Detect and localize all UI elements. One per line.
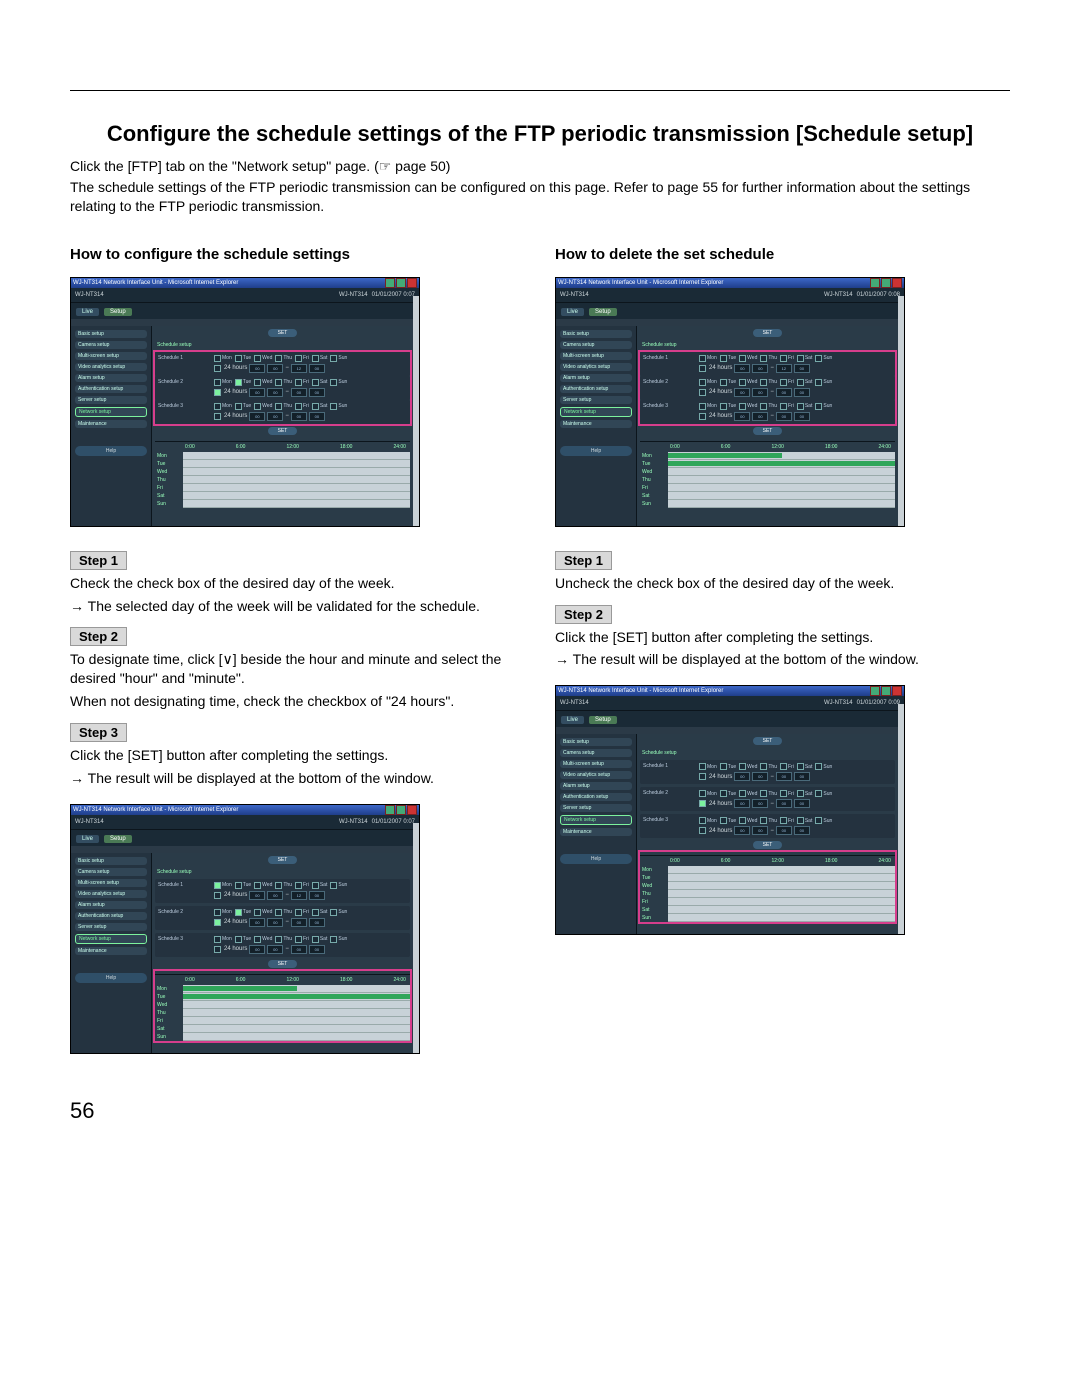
day-checkbox[interactable] bbox=[254, 403, 261, 410]
maximize-icon[interactable] bbox=[881, 686, 891, 696]
nav-alarm[interactable]: Alarm setup bbox=[75, 374, 147, 382]
hours-checkbox[interactable] bbox=[214, 413, 221, 420]
window-title: WJ-NT314 Network Interface Unit - Micros… bbox=[73, 280, 238, 286]
right-step-2-badge: Step 2 bbox=[555, 605, 612, 624]
left-subheading: How to configure the schedule settings bbox=[70, 246, 525, 263]
right-step-2-text-a: Click the [SET] button after completing … bbox=[555, 628, 1010, 647]
nav-server[interactable]: Server setup bbox=[75, 396, 147, 404]
step-3-text-a: Click the [SET] button after completing … bbox=[70, 746, 525, 765]
right-step-2-text-b: → The result will be displayed at the bo… bbox=[555, 650, 1010, 669]
nav-maint[interactable]: Maintenance bbox=[75, 420, 147, 428]
day-checkbox[interactable] bbox=[330, 355, 337, 362]
step-2-text-b: When not designating time, check the che… bbox=[70, 692, 525, 711]
nav-network[interactable]: Network setup bbox=[75, 407, 147, 417]
help-button[interactable]: Help bbox=[75, 446, 147, 456]
nav-video[interactable]: Video analytics setup bbox=[75, 363, 147, 371]
day-checkbox[interactable] bbox=[235, 355, 242, 362]
maximize-icon[interactable] bbox=[396, 805, 406, 815]
day-checkbox[interactable] bbox=[275, 379, 282, 386]
day-checkbox[interactable] bbox=[312, 355, 319, 362]
day-checkbox[interactable] bbox=[312, 379, 319, 386]
right-step-1-text: Uncheck the check box of the desired day… bbox=[555, 574, 1010, 593]
step-1-text-a: Check the check box of the desired day o… bbox=[70, 574, 525, 593]
step-3-badge: Step 3 bbox=[70, 723, 127, 742]
schedule-2-row: Schedule 2 Mon Tue Wed Thu Fri Sat bbox=[155, 376, 410, 400]
minute-select[interactable]: 00 bbox=[309, 364, 325, 373]
nav-auth[interactable]: Authentication setup bbox=[75, 385, 147, 393]
nav-camera[interactable]: Camera setup bbox=[75, 341, 147, 349]
day-checkbox[interactable] bbox=[214, 355, 221, 362]
tab-model[interactable]: WJ-NT314 bbox=[339, 292, 368, 298]
intro-line-2: The schedule settings of the FTP periodi… bbox=[70, 178, 1010, 216]
maximize-icon[interactable] bbox=[396, 278, 406, 288]
hours-checkbox[interactable] bbox=[214, 389, 221, 396]
close-icon[interactable] bbox=[407, 805, 417, 815]
schedule-1-row: Schedule 1 Mon Tue Wed Thu Fri Sat bbox=[155, 352, 410, 376]
brand-label: WJ-NT314 bbox=[75, 292, 104, 298]
screenshot-delete-1: WJ-NT314 Network Interface Unit - Micros… bbox=[555, 277, 905, 527]
hour-select[interactable]: 12 bbox=[291, 364, 307, 373]
nav-multi[interactable]: Multi-screen setup bbox=[75, 352, 147, 360]
right-step-1-badge: Step 1 bbox=[555, 551, 612, 570]
close-icon[interactable] bbox=[892, 278, 902, 288]
minute-select[interactable]: 00 bbox=[267, 364, 283, 373]
screenshot-configure-2: WJ-NT314 Network Interface Unit - Micros… bbox=[70, 804, 420, 1054]
day-checkbox[interactable] bbox=[235, 403, 242, 410]
minimize-icon[interactable] bbox=[870, 278, 880, 288]
screenshot-delete-2: WJ-NT314 Network Interface Unit - Micros… bbox=[555, 685, 905, 935]
day-checkbox[interactable] bbox=[254, 355, 261, 362]
minimize-icon[interactable] bbox=[385, 805, 395, 815]
step-1-text-b: → The selected day of the week will be v… bbox=[70, 597, 525, 616]
page-title: Configure the schedule settings of the F… bbox=[70, 121, 1010, 147]
timebar: 0:006:0012:0018:0024:00 Mon Tue Wed Thu … bbox=[155, 441, 410, 508]
schedule-1-label: Schedule 1 bbox=[158, 355, 208, 361]
schedule-3-row: Schedule 3 Mon Tue Wed Thu Fri Sat bbox=[155, 400, 410, 424]
set-button-top[interactable]: SET bbox=[268, 329, 298, 337]
close-icon[interactable] bbox=[407, 278, 417, 288]
day-checkbox[interactable] bbox=[295, 355, 302, 362]
day-checkbox[interactable] bbox=[235, 379, 242, 386]
day-checkbox[interactable] bbox=[330, 379, 337, 386]
maximize-icon[interactable] bbox=[881, 278, 891, 288]
step-2-text-a: To designate time, click [∨] beside the … bbox=[70, 650, 525, 688]
window-title: WJ-NT314 Network Interface Unit - Micros… bbox=[73, 807, 238, 813]
hour-select[interactable]: 00 bbox=[249, 364, 265, 373]
day-checkbox[interactable] bbox=[254, 379, 261, 386]
page-number: 56 bbox=[70, 1098, 1010, 1124]
step-2-badge: Step 2 bbox=[70, 627, 127, 646]
day-checkbox[interactable] bbox=[214, 379, 221, 386]
set-button-bottom[interactable]: SET bbox=[268, 427, 298, 435]
day-checkbox[interactable] bbox=[275, 355, 282, 362]
day-checkbox[interactable] bbox=[330, 403, 337, 410]
nav-basic[interactable]: Basic setup bbox=[75, 330, 147, 338]
close-icon[interactable] bbox=[892, 686, 902, 696]
day-checkbox[interactable] bbox=[312, 403, 319, 410]
day-checkbox[interactable] bbox=[295, 379, 302, 386]
timestamp: 01/01/2007 0:07 bbox=[372, 292, 415, 298]
hours-checkbox[interactable] bbox=[214, 365, 221, 372]
step-3-text-b: → The result will be displayed at the bo… bbox=[70, 769, 525, 788]
schedule-3-label: Schedule 3 bbox=[158, 403, 208, 409]
section-title: Schedule setup bbox=[157, 342, 410, 348]
minimize-icon[interactable] bbox=[870, 686, 880, 696]
day-checkbox[interactable] bbox=[295, 403, 302, 410]
setup-tab[interactable]: Setup bbox=[103, 307, 133, 317]
live-tab[interactable]: Live bbox=[75, 307, 100, 317]
schedule-2-label: Schedule 2 bbox=[158, 379, 208, 385]
right-subheading: How to delete the set schedule bbox=[555, 246, 1010, 263]
intro-line-1: Click the [FTP] tab on the "Network setu… bbox=[70, 157, 1010, 176]
day-checkbox[interactable] bbox=[214, 403, 221, 410]
day-checkbox[interactable] bbox=[275, 403, 282, 410]
minimize-icon[interactable] bbox=[385, 278, 395, 288]
screenshot-configure-1: WJ-NT314 Network Interface Unit - Micros… bbox=[70, 277, 420, 527]
step-1-badge: Step 1 bbox=[70, 551, 127, 570]
